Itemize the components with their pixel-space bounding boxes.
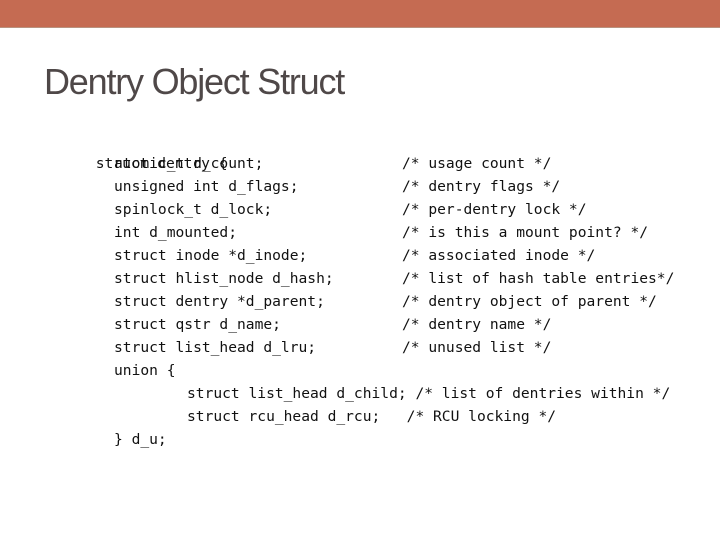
union-close: } d_u; <box>114 431 167 448</box>
code-line-union-field: struct rcu_head d_rcu; /* RCU locking */ <box>43 405 556 428</box>
code-line-field: atomic_t d_count; /* usage count */ <box>43 152 551 175</box>
slide-title: Dentry Object Struct <box>44 61 345 102</box>
field-declaration: struct dentry *d_parent; <box>114 293 325 310</box>
union-open: union { <box>114 362 176 379</box>
code-line-field: spinlock_t d_lock; /* per-dentry lock */ <box>43 198 587 221</box>
field-declaration: struct hlist_node d_hash; <box>114 270 334 287</box>
field-declaration: atomic_t d_count; <box>114 155 264 172</box>
header-accent-band <box>0 0 720 28</box>
code-line-field: unsigned int d_flags; /* dentry flags */ <box>43 175 560 198</box>
field-comment: /* per-dentry lock */ <box>402 201 587 218</box>
code-line-field: struct list_head d_lru; /* unused list *… <box>43 336 551 359</box>
field-comment: /* unused list */ <box>402 339 552 356</box>
code-block: struct dentry { atomic_t d_count; /* usa… <box>43 129 675 451</box>
field-declaration: struct qstr d_name; <box>114 316 281 333</box>
field-comment: /* usage count */ <box>402 155 552 172</box>
field-declaration: spinlock_t d_lock; <box>114 201 273 218</box>
field-comment: /* dentry object of parent */ <box>402 293 657 310</box>
code-line-union-field: struct list_head d_child; /* list of den… <box>43 382 670 405</box>
field-declaration: int d_mounted; <box>114 224 238 241</box>
field-comment: /* dentry name */ <box>402 316 552 333</box>
field-declaration: struct inode *d_inode; <box>114 247 308 264</box>
code-line-struct-open: struct dentry { <box>43 129 228 172</box>
field-comment: /* list of hash table entries*/ <box>402 270 675 287</box>
code-line-field: struct hlist_node d_hash; /* list of has… <box>43 267 674 290</box>
code-line-field: int d_mounted; /* is this a mount point?… <box>43 221 648 244</box>
field-comment: /* dentry flags */ <box>402 178 561 195</box>
field-declaration: unsigned int d_flags; <box>114 178 299 195</box>
slide: Dentry Object Struct struct dentry { ato… <box>0 0 720 540</box>
union-field: struct list_head d_child; /* list of den… <box>187 385 671 402</box>
field-comment: /* is this a mount point? */ <box>402 224 649 241</box>
code-line-union-open: union { <box>43 359 228 382</box>
field-comment: /* associated inode */ <box>402 247 596 264</box>
union-field: struct rcu_head d_rcu; /* RCU locking */ <box>187 408 557 425</box>
code-line-field: struct inode *d_inode; /* associated ino… <box>43 244 595 267</box>
field-declaration: struct list_head d_lru; <box>114 339 317 356</box>
code-line-field: struct dentry *d_parent; /* dentry objec… <box>43 290 657 313</box>
code-line-field: struct qstr d_name; /* dentry name */ <box>43 313 551 336</box>
code-line-union-close: } d_u; <box>43 428 228 451</box>
